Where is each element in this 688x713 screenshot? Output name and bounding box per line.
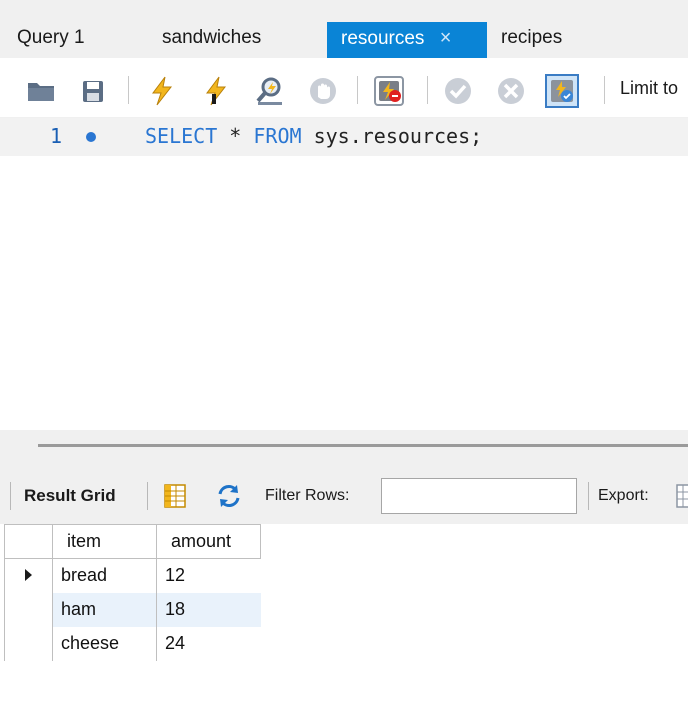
table-header-row: item amount <box>4 524 261 559</box>
row-indicator[interactable] <box>4 592 53 627</box>
filter-rows-label: Filter Rows: <box>265 487 350 504</box>
tab-label: Query 1 <box>17 27 85 48</box>
toolbar-separator <box>588 482 589 510</box>
row-indicator[interactable] <box>4 626 53 661</box>
tab-label: recipes <box>501 27 563 48</box>
sql-editor-toolbar: Limit to <box>0 58 688 118</box>
table-row[interactable]: ham 18 <box>4 592 261 627</box>
tab-resources[interactable]: resources × <box>327 22 487 58</box>
filter-rows-input[interactable] <box>381 478 577 514</box>
cell-item[interactable]: cheese <box>52 626 157 661</box>
column-header-item[interactable]: item <box>52 524 157 559</box>
cell-item[interactable]: bread <box>52 558 157 593</box>
export-icon[interactable] <box>676 484 688 508</box>
toolbar-separator <box>128 76 129 104</box>
table-row[interactable]: bread 12 <box>4 558 261 593</box>
toolbar-separator <box>427 76 428 104</box>
tab-label: resources <box>341 28 425 49</box>
column-header-amount[interactable]: amount <box>156 524 261 559</box>
refresh-icon[interactable] <box>216 483 242 509</box>
cell-amount[interactable]: 24 <box>156 626 261 661</box>
tab-query-1[interactable]: Query 1 <box>0 22 145 58</box>
toolbar-separator <box>147 482 148 510</box>
cell-amount[interactable]: 12 <box>156 558 261 593</box>
grid-layout-icon[interactable] <box>162 483 188 509</box>
row-indicator-header[interactable] <box>4 524 53 559</box>
toolbar-separator <box>10 482 11 510</box>
editor-tab-bar: Query 1 sandwiches resources × recipes <box>0 0 688 58</box>
rollback-icon[interactable] <box>494 74 528 108</box>
cell-item[interactable]: ham <box>52 592 157 627</box>
tab-label: sandwiches <box>162 27 262 48</box>
save-icon[interactable] <box>76 74 110 108</box>
splitter-handle[interactable] <box>38 444 688 447</box>
execute-current-icon[interactable] <box>199 74 233 108</box>
open-folder-icon[interactable] <box>24 74 58 108</box>
toolbar-separator <box>604 76 605 104</box>
tab-recipes[interactable]: recipes <box>487 22 587 58</box>
current-row-arrow-icon <box>25 569 32 582</box>
line-number: 1 <box>50 124 63 148</box>
editor-results-splitter[interactable] <box>0 430 688 466</box>
explain-icon[interactable] <box>253 74 287 108</box>
autocommit-icon[interactable] <box>545 74 579 108</box>
table-row[interactable]: cheese 24 <box>4 626 261 661</box>
close-tab-icon[interactable]: × <box>440 22 452 54</box>
result-grid-tab[interactable]: Result Grid <box>24 486 116 506</box>
sql-statement[interactable]: SELECT * FROM sys.resources; <box>145 124 482 148</box>
toolbar-separator <box>357 76 358 104</box>
stop-icon[interactable] <box>306 74 340 108</box>
execute-icon[interactable] <box>145 74 179 108</box>
tab-sandwiches[interactable]: sandwiches <box>145 22 327 58</box>
statement-marker-icon <box>86 132 96 142</box>
cell-amount[interactable]: 18 <box>156 592 261 627</box>
export-label: Export: <box>598 487 649 504</box>
sql-token: * <box>217 124 254 148</box>
results-toolbar: Result Grid Filter Rows: Export: <box>0 466 688 524</box>
toggle-continue-on-error-icon[interactable] <box>372 74 406 108</box>
sql-editor[interactable]: 1 SELECT * FROM sys.resources; <box>0 118 688 430</box>
result-table[interactable]: item amount bread 12 ham 18 cheese 24 <box>4 524 261 661</box>
editor-current-line[interactable]: 1 SELECT * FROM sys.resources; <box>0 118 688 156</box>
limit-rows-label: Limit to <box>620 78 679 98</box>
sql-token: sys.resources; <box>301 124 483 148</box>
row-indicator[interactable] <box>4 558 53 593</box>
sql-keyword: SELECT <box>145 124 218 148</box>
commit-icon[interactable] <box>441 74 475 108</box>
sql-keyword: FROM <box>253 124 302 148</box>
result-grid[interactable]: item amount bread 12 ham 18 cheese 24 <box>0 524 688 713</box>
